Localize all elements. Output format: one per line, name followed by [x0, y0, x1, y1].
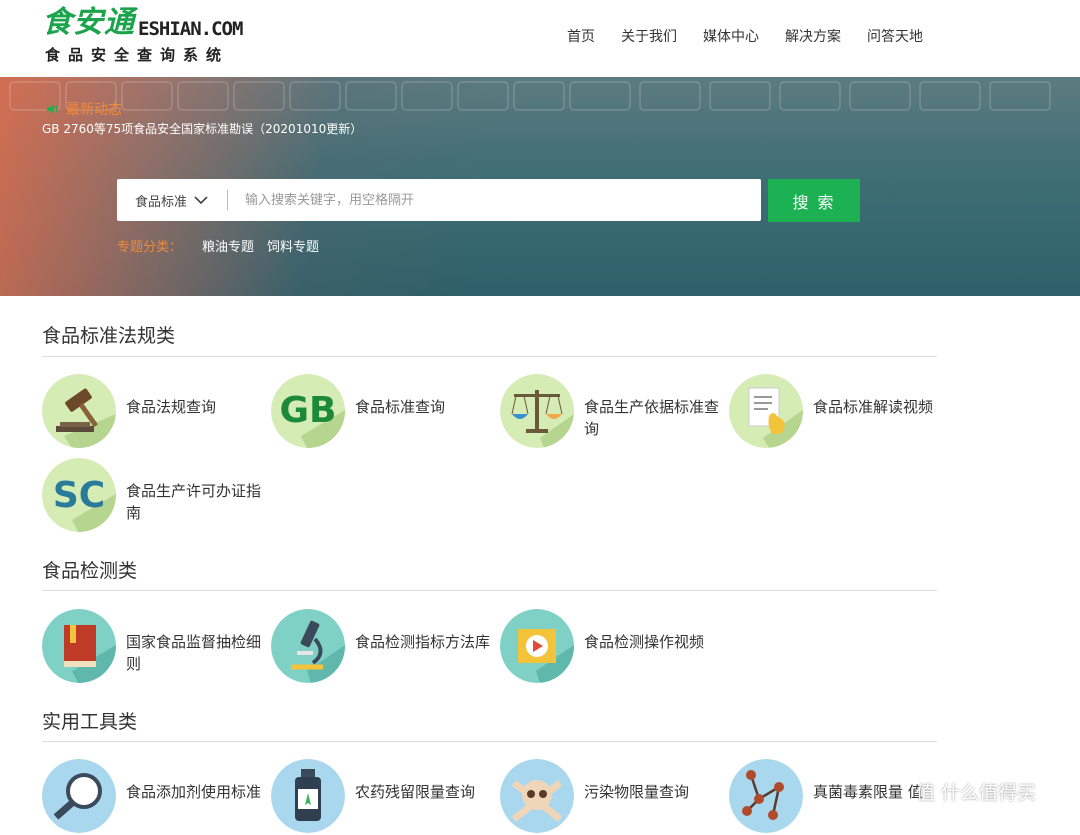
tile-label: 污染物限量查询	[584, 783, 690, 801]
tile-national-sampling-rules[interactable]: 国家食品监督抽检细则	[42, 609, 267, 685]
tile-pesticide-residue-query[interactable]: 农药残留限量查询	[271, 759, 496, 835]
section-divider	[42, 590, 937, 591]
news-link[interactable]: GB 2760等75项食品安全国家标准勘误（20201010更新）	[42, 120, 362, 137]
tile-label: 国家食品监督抽检细则	[126, 633, 262, 673]
tile-label: 食品生产依据标准查询	[584, 398, 720, 438]
book-icon	[42, 609, 116, 683]
skull-icon	[500, 759, 574, 833]
section-title-testing: 食品检测类	[42, 560, 138, 582]
pesticide-bottle-icon	[271, 759, 345, 833]
tile-production-license-guide[interactable]: SC 食品生产许可办证指南	[42, 458, 267, 534]
topic-feed[interactable]: 饲料专题	[267, 236, 319, 255]
topic-categories: 专题分类： 粮油专题 饲料专题	[117, 236, 332, 255]
video-play-icon	[500, 609, 574, 683]
nav-solutions[interactable]: 解决方案	[785, 26, 841, 46]
search-category-value: 食品标准	[135, 194, 188, 210]
tile-label: 食品法规查询	[126, 398, 217, 416]
news-heading: 最新动态	[45, 99, 122, 119]
topic-grain-oil[interactable]: 粮油专题	[202, 236, 254, 255]
chevron-down-icon	[194, 196, 208, 205]
tile-additive-usage-standard[interactable]: 食品添加剂使用标准	[42, 759, 267, 835]
svg-text:GB: GB	[280, 390, 337, 431]
search-category-select[interactable]: 食品标准	[117, 191, 227, 210]
speaker-icon	[47, 104, 58, 114]
section-divider	[42, 356, 937, 357]
gavel-icon	[42, 374, 116, 448]
tile-food-regulation-query[interactable]: 食品法规查询	[42, 374, 267, 450]
microscope-icon	[271, 609, 345, 683]
search-button[interactable]: 搜 索	[768, 179, 860, 222]
gb-icon: GB	[271, 374, 345, 448]
tile-testing-operation-video[interactable]: 食品检测操作视频	[500, 609, 725, 685]
tile-label: 食品检测操作视频	[584, 633, 705, 651]
site-header: 食安通 ESHIAN.COM 食品安全查询系统 首页 关于我们 媒体中心 解决方…	[0, 0, 1080, 77]
tile-food-standard-query[interactable]: GB 食品标准查询	[271, 374, 496, 450]
logo-subtitle: 食品安全查询系统	[45, 46, 230, 64]
watermark: 值 什么值得买	[916, 782, 1037, 804]
search-box: 食品标准	[117, 179, 761, 221]
tile-standard-interpretation-video[interactable]: 食品标准解读视频	[729, 374, 954, 450]
nav-home[interactable]: 首页	[567, 26, 595, 46]
scale-icon	[500, 374, 574, 448]
tile-production-standard-query[interactable]: 食品生产依据标准查询	[500, 374, 725, 450]
keyboard-background-image	[9, 81, 1051, 111]
logo-domain: ESHIAN.COM	[138, 18, 243, 40]
tile-label: 食品标准解读视频	[813, 398, 934, 416]
section-title-standards: 食品标准法规类	[42, 325, 176, 347]
tile-contaminant-limit-query[interactable]: 污染物限量查询	[500, 759, 725, 835]
document-hand-icon	[729, 374, 803, 448]
svg-text:SC: SC	[53, 475, 105, 516]
magnifier-icon	[42, 759, 116, 833]
tile-label: 食品检测指标方法库	[355, 633, 491, 651]
sc-icon: SC	[42, 458, 116, 532]
logo-wordmark: 食安通	[42, 5, 135, 40]
nav-about[interactable]: 关于我们	[621, 26, 677, 46]
nav-qa[interactable]: 问答天地	[867, 26, 923, 46]
search-banner: 最新动态 GB 2760等75项食品安全国家标准勘误（20201010更新） 食…	[0, 77, 1080, 296]
tile-label: 食品标准查询	[355, 398, 446, 416]
news-heading-text: 最新动态	[66, 102, 122, 118]
search-separator	[227, 190, 228, 210]
section-title-tools: 实用工具类	[42, 711, 138, 733]
tile-label: 农药残留限量查询	[355, 783, 476, 801]
tile-label: 食品生产许可办证指南	[126, 482, 262, 522]
main-nav: 首页 关于我们 媒体中心 解决方案 问答天地	[567, 26, 949, 46]
nav-media[interactable]: 媒体中心	[703, 26, 759, 46]
tile-label: 食品添加剂使用标准	[126, 783, 262, 801]
search-input[interactable]	[243, 191, 747, 209]
site-logo[interactable]: 食安通 ESHIAN.COM 食品安全查询系统	[42, 6, 262, 66]
section-divider	[42, 741, 937, 742]
molecule-icon	[729, 759, 803, 833]
topics-label: 专题分类：	[117, 240, 183, 255]
tile-testing-method-library[interactable]: 食品检测指标方法库	[271, 609, 496, 685]
